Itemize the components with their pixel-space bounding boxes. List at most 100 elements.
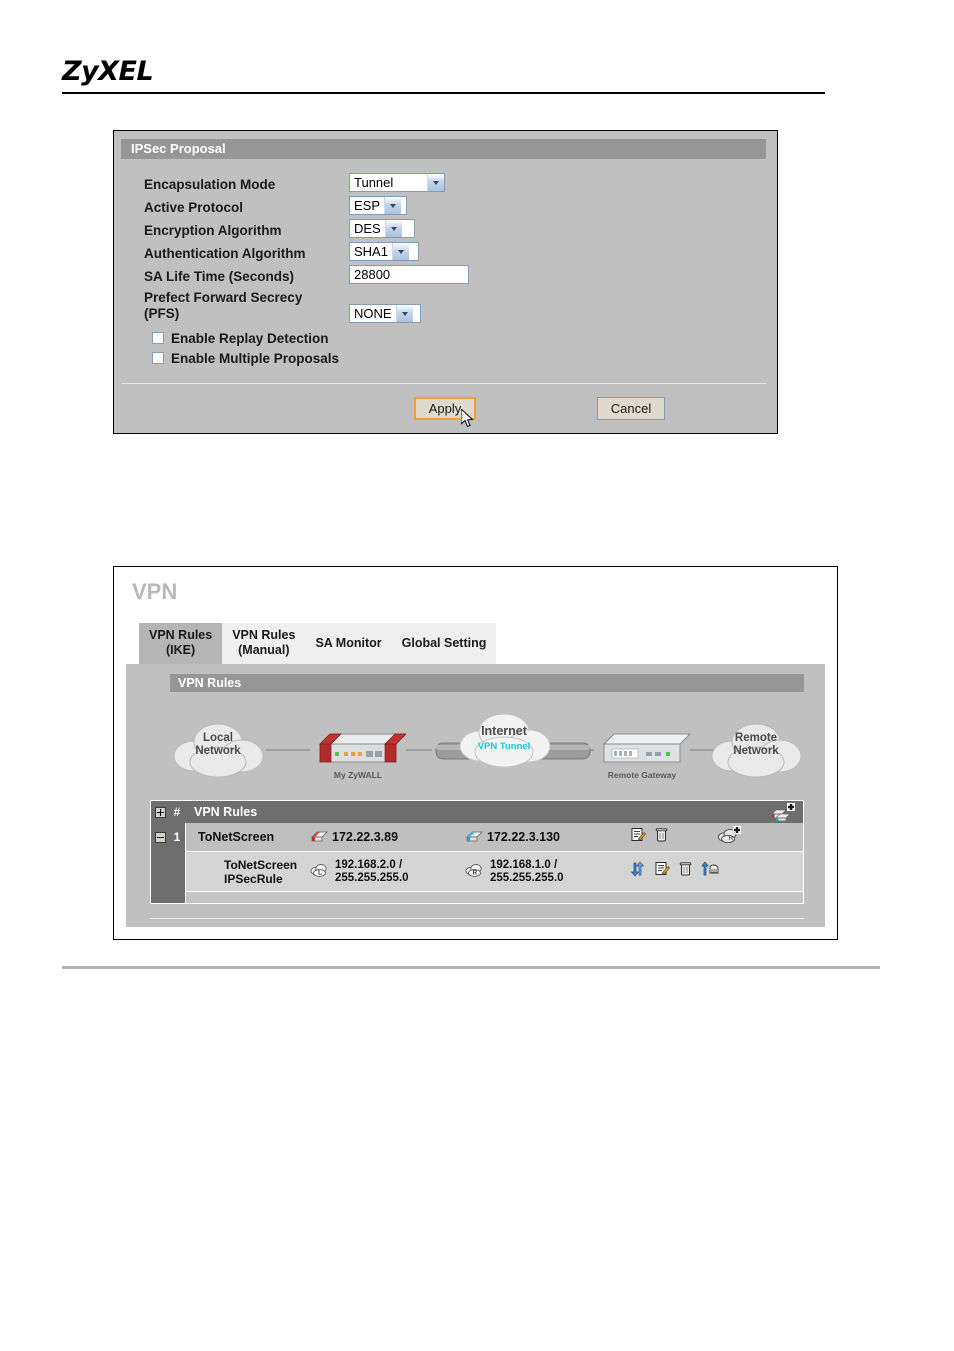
vpn-panel: VPN VPN Rules (IKE) VPN Rules (Manual) S…	[113, 566, 838, 940]
ipsec-button-bar: Apply Cancel	[114, 397, 779, 428]
expand-all-cell[interactable]	[151, 801, 169, 823]
remote-gateway-device-icon: Remote Gateway	[594, 730, 692, 780]
gateway-policy-row: ToNetScreen 172.22.3.89 172.22.3.130 R	[185, 823, 803, 851]
vpn-rules-table: # VPN Rules 1 ToNetScreen 172.22.3.89 17…	[150, 800, 804, 904]
dial-icon[interactable]	[701, 861, 721, 882]
local-gateway-icon	[310, 829, 329, 845]
vpn-content-area: VPN Rules Local Network My ZyWALL Intern…	[126, 664, 825, 927]
gateway-policy-name: ToNetScreen	[198, 830, 275, 844]
enable-multiple-proposals-label: Enable Multiple Proposals	[171, 350, 340, 366]
tab-sa-monitor[interactable]: SA Monitor	[305, 623, 392, 664]
tab-global-setting[interactable]: Global Setting	[391, 623, 497, 664]
svg-text:L: L	[318, 869, 322, 876]
remote-network-cell: R 192.168.1.0 / 255.255.255.0	[465, 859, 620, 885]
page-header: ZyXEL	[62, 58, 825, 94]
encapsulation-mode-label: Encapsulation Mode	[144, 177, 276, 192]
local-network-cloud-icon: L	[310, 862, 330, 882]
column-header-index: #	[169, 801, 185, 823]
mouse-cursor-icon	[461, 409, 474, 428]
encryption-algorithm-label: Encryption Algorithm	[144, 223, 282, 238]
delete-icon[interactable]	[679, 861, 692, 882]
encryption-algorithm-select[interactable]: DES	[349, 219, 415, 238]
vpn-network-diagram: Local Network My ZyWALL Internet VPN Tun…	[170, 698, 804, 790]
vpn-tunnel-label: VPN Tunnel	[477, 741, 531, 752]
remote-gateway-label: Remote Gateway	[607, 770, 677, 780]
move-updown-icon[interactable]	[630, 861, 645, 882]
cancel-button[interactable]: Cancel	[597, 397, 665, 420]
remote-network-cloud-icon: R	[465, 862, 485, 882]
network-policy-row: ToNetScreen IPSecRule L 192.168.2.0 / 25…	[185, 851, 803, 891]
sa-life-time-label: SA Life Time (Seconds)	[144, 269, 295, 284]
form-divider	[122, 383, 766, 384]
content-bottom-divider	[150, 918, 804, 919]
remote-gateway-icon	[465, 829, 484, 845]
expand-all-icon[interactable]	[154, 806, 166, 818]
local-gateway-cell: 172.22.3.89	[310, 829, 465, 845]
active-protocol-label: Active Protocol	[144, 200, 244, 215]
authentication-algorithm-label: Authentication Algorithm	[144, 246, 306, 261]
field-row-encapsulation-mode: Encapsulation Mode Tunnel	[144, 173, 744, 196]
edit-icon[interactable]	[654, 861, 670, 882]
checkbox-row-multiple-proposals[interactable]: Enable Multiple Proposals	[152, 348, 744, 368]
chevron-down-icon[interactable]	[384, 220, 402, 237]
network-policy-actions	[620, 861, 803, 882]
local-network-label: Local Network	[195, 732, 241, 757]
chevron-down-icon[interactable]	[427, 174, 444, 191]
authentication-algorithm-select[interactable]: SHA1	[349, 242, 419, 261]
page-footer-divider	[62, 966, 880, 969]
table-subrow: ToNetScreen IPSecRule L 192.168.2.0 / 25…	[151, 851, 803, 891]
chevron-down-icon[interactable]	[391, 243, 409, 260]
vpn-tab-bar: VPN Rules (IKE) VPN Rules (Manual) SA Mo…	[139, 623, 497, 664]
local-network-cell: L 192.168.2.0 / 255.255.255.0	[310, 859, 465, 885]
tab-vpn-rules-ike[interactable]: VPN Rules (IKE)	[139, 623, 223, 664]
collapse-row-icon[interactable]	[154, 831, 166, 843]
pfs-label: Prefect Forward Secrecy (PFS)	[144, 290, 303, 321]
chevron-down-icon[interactable]	[384, 197, 402, 214]
remote-gateway-cell: 172.22.3.130	[465, 829, 620, 845]
network-policy-name: ToNetScreen IPSecRule	[224, 857, 298, 886]
authentication-algorithm-value: SHA1	[354, 244, 388, 259]
tab-vpn-rules-manual[interactable]: VPN Rules (Manual)	[222, 623, 306, 664]
enable-multiple-proposals-checkbox[interactable]	[152, 352, 164, 364]
pfs-value: NONE	[354, 306, 392, 321]
pfs-select[interactable]: NONE	[349, 304, 421, 323]
local-gateway-address: 172.22.3.89	[332, 830, 399, 844]
active-protocol-select[interactable]: ESP	[349, 196, 407, 215]
encapsulation-mode-select[interactable]: Tunnel	[349, 173, 445, 192]
encapsulation-mode-value: Tunnel	[354, 175, 394, 190]
encryption-algorithm-value: DES	[354, 221, 381, 236]
delete-icon[interactable]	[655, 827, 668, 848]
ipsec-proposal-form: Encapsulation Mode Tunnel Active Protoco…	[144, 173, 744, 368]
table-row: 1 ToNetScreen 172.22.3.89 172.22.3.130 R	[151, 823, 803, 851]
add-policy-icon[interactable]: R	[717, 825, 741, 849]
active-protocol-value: ESP	[354, 198, 381, 213]
field-row-sa-life-time: SA Life Time (Seconds)	[144, 265, 744, 288]
remote-network-cloud-icon: Remote Network	[708, 718, 804, 780]
enable-replay-detection-checkbox[interactable]	[152, 332, 164, 344]
field-row-pfs: Prefect Forward Secrecy (PFS) NONE	[144, 288, 744, 328]
collapse-row-cell[interactable]	[151, 823, 169, 851]
gateway-row-actions: R	[620, 825, 803, 849]
remote-gateway-address: 172.22.3.130	[487, 830, 560, 844]
column-header-rules: VPN Rules	[185, 801, 803, 823]
ipsec-proposal-panel: IPSec Proposal Encapsulation Mode Tunnel…	[113, 130, 778, 434]
table-header-row: # VPN Rules	[151, 801, 803, 823]
checkbox-row-replay-detection[interactable]: Enable Replay Detection	[152, 328, 744, 348]
remote-network-address: 192.168.1.0 / 255.255.255.0	[490, 858, 564, 884]
chevron-down-icon[interactable]	[395, 305, 413, 322]
my-zywall-device-icon: My ZyWALL	[310, 730, 408, 780]
add-gateway-icon[interactable]	[771, 803, 795, 821]
sa-life-time-input[interactable]	[349, 265, 469, 284]
header-divider	[62, 92, 825, 94]
edit-icon[interactable]	[630, 827, 646, 848]
footer-gutter	[151, 891, 185, 903]
row-index: 1	[169, 823, 185, 851]
column-header-rules-label: VPN Rules	[194, 805, 258, 819]
remote-network-label: Remote Network	[733, 732, 779, 757]
internet-label: Internet	[481, 724, 527, 738]
vpn-rules-section-title: VPN Rules	[170, 674, 804, 692]
subrow-gutter	[151, 851, 185, 891]
page-title: VPN	[132, 579, 178, 604]
field-row-authentication-algorithm: Authentication Algorithm SHA1	[144, 242, 744, 265]
footer-spacer	[185, 891, 803, 903]
